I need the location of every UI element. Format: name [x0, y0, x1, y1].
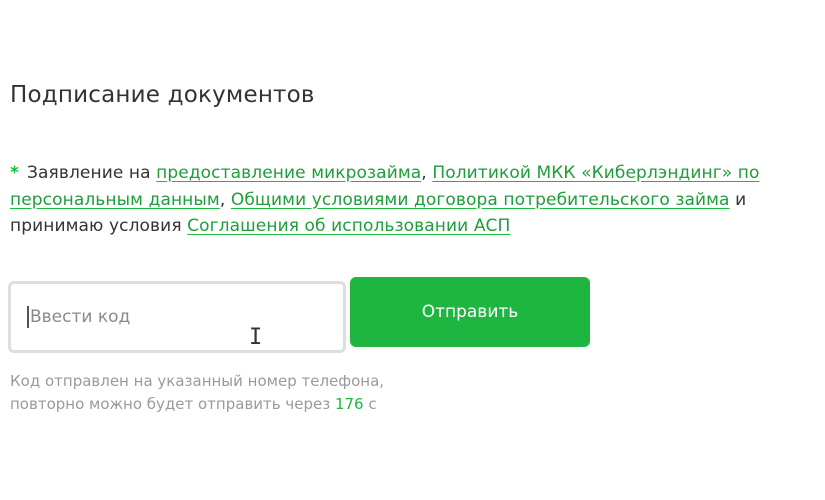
- link-general-loan-conditions[interactable]: Общими условиями договора потребительско…: [231, 190, 730, 210]
- code-input[interactable]: [30, 307, 310, 327]
- sign-documents-page: Подписание документов * Заявление на пред…: [0, 0, 825, 500]
- agreement-separator: ,: [219, 189, 231, 210]
- hint-line-2-prefix: повторно можно будет отправить через: [10, 395, 335, 413]
- code-input-field[interactable]: I: [8, 281, 346, 353]
- page-title: Подписание документов: [10, 82, 315, 108]
- agreement-separator: ,: [421, 163, 433, 183]
- agreement-text-part: Заявление на: [27, 163, 157, 183]
- link-microloan-provision[interactable]: предоставление микрозайма: [156, 163, 421, 183]
- agreement-text: * Заявление на предоставление микрозайма,…: [10, 160, 822, 240]
- hint-line-2-suffix: с: [363, 395, 377, 413]
- text-caret: [27, 306, 29, 328]
- required-asterisk: *: [10, 163, 19, 183]
- link-asp-agreement[interactable]: Соглашения об использовании АСП: [187, 216, 510, 236]
- resend-countdown: 176: [334, 395, 364, 413]
- submit-button[interactable]: Отправить: [350, 277, 590, 347]
- hint-line-2: повторно можно будет отправить через 176…: [10, 393, 384, 416]
- hint-line-1: Код отправлен на указанный номер телефон…: [10, 372, 385, 390]
- text-cursor-icon: I: [249, 325, 263, 350]
- resend-hint: Код отправлен на указанный номер телефон…: [10, 370, 384, 416]
